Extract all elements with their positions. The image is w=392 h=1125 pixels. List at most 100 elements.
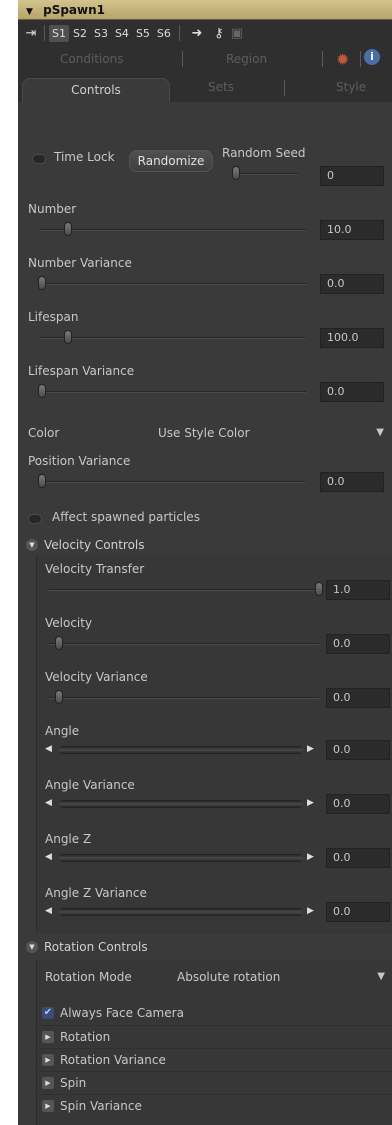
affect-spawned-checkbox[interactable] xyxy=(28,514,42,524)
angle-right-arrow-icon[interactable]: ▶ xyxy=(307,744,314,754)
rotation-controls-header[interactable]: ▼ Rotation Controls xyxy=(18,937,392,957)
checkmark-icon[interactable]: ✔ xyxy=(42,1006,54,1019)
tab-divider xyxy=(322,51,323,67)
tab-style[interactable]: Style xyxy=(336,80,366,94)
velocity-controls-header[interactable]: ▼ Velocity Controls xyxy=(18,535,392,555)
position-variance-field[interactable]: 0.0 xyxy=(320,472,384,492)
angle-field[interactable]: 0.0 xyxy=(326,740,390,760)
number-slider-track xyxy=(40,229,306,231)
save-icon[interactable]: ▣ xyxy=(228,24,246,42)
color-label: Color xyxy=(28,426,60,440)
angle-variance-field[interactable]: 0.0 xyxy=(326,794,390,814)
spin-variance-label: Spin Variance xyxy=(60,1099,142,1113)
velocity-variance-field[interactable]: 0.0 xyxy=(326,688,390,708)
lifespan-label: Lifespan xyxy=(28,310,79,324)
gear-icon[interactable]: ✹ xyxy=(336,50,349,69)
angle-variance-thumbwheel[interactable] xyxy=(59,800,303,808)
spin-row[interactable]: ▶ Spin xyxy=(36,1071,392,1093)
angle-z-variance-right-arrow-icon[interactable]: ▶ xyxy=(307,906,314,916)
spin-variance-row[interactable]: ▶ Spin Variance xyxy=(36,1094,392,1116)
velocity-field[interactable]: 0.0 xyxy=(326,634,390,654)
angle-variance-left-arrow-icon[interactable]: ◀ xyxy=(45,798,52,808)
time-lock-checkbox[interactable] xyxy=(32,154,46,164)
tool-panel: ▼ pSpawn1 ⇥ S1 S2 S3 S4 S5 S6 ➜ ⚷ ▣ Cond… xyxy=(18,0,392,1125)
lifespan-variance-field[interactable]: 0.0 xyxy=(320,382,384,402)
lifespan-variance-slider-thumb[interactable] xyxy=(38,384,46,398)
tab-region[interactable]: Region xyxy=(226,52,267,66)
angle-thumbwheel[interactable] xyxy=(59,746,303,754)
random-seed-label: Random Seed xyxy=(222,146,306,160)
random-seed-field[interactable]: 0 xyxy=(320,166,384,186)
number-slider-thumb[interactable] xyxy=(64,222,72,236)
always-face-camera-row[interactable]: ✔ Always Face Camera xyxy=(36,1002,392,1024)
angle-z-left-arrow-icon[interactable]: ◀ xyxy=(45,852,52,862)
velocity-variance-slider-thumb[interactable] xyxy=(55,690,63,704)
randomize-button[interactable]: Randomize xyxy=(129,150,213,172)
angle-z-variance-thumbwheel[interactable] xyxy=(59,908,303,916)
number-label: Number xyxy=(28,202,77,216)
dropdown-arrow-icon: ▼ xyxy=(377,971,385,982)
tab-controls[interactable]: Controls xyxy=(22,78,170,102)
angle-z-variance-label: Angle Z Variance xyxy=(45,886,147,900)
toolbar: ⇥ S1 S2 S3 S4 S5 S6 ➜ ⚷ ▣ xyxy=(18,20,392,46)
slot-s5[interactable]: S5 xyxy=(133,25,153,42)
rotation-variance-row[interactable]: ▶ Rotation Variance xyxy=(36,1048,392,1070)
number-field[interactable]: 10.0 xyxy=(320,220,384,240)
tab-divider xyxy=(182,51,183,67)
expand-triangle-icon: ▶ xyxy=(42,1099,54,1112)
velocity-transfer-field[interactable]: 1.0 xyxy=(326,580,390,600)
velocity-slider-thumb[interactable] xyxy=(55,636,63,650)
number-variance-slider-thumb[interactable] xyxy=(38,276,46,290)
key-icon[interactable]: ⚷ xyxy=(210,24,228,42)
angle-variance-label: Angle Variance xyxy=(45,778,135,792)
number-variance-field[interactable]: 0.0 xyxy=(320,274,384,294)
angle-z-variance-left-arrow-icon[interactable]: ◀ xyxy=(45,906,52,916)
slot-s4[interactable]: S4 xyxy=(112,25,132,42)
slot-s3[interactable]: S3 xyxy=(91,25,111,42)
tab-sets[interactable]: Sets xyxy=(208,80,234,94)
angle-left-arrow-icon[interactable]: ◀ xyxy=(45,744,52,754)
lifespan-slider-thumb[interactable] xyxy=(64,330,72,344)
arrow-right-icon[interactable]: ➜ xyxy=(184,24,210,42)
tab-conditions[interactable]: Conditions xyxy=(60,52,124,66)
rotation-controls-title: Rotation Controls xyxy=(44,940,148,954)
spin-label: Spin xyxy=(60,1076,87,1090)
lifespan-variance-slider-track xyxy=(40,391,306,393)
angle-z-right-arrow-icon[interactable]: ▶ xyxy=(307,852,314,862)
slot-s2[interactable]: S2 xyxy=(70,25,90,42)
velocity-controls-title: Velocity Controls xyxy=(44,538,145,552)
color-dropdown[interactable]: Use Style Color ▼ xyxy=(158,422,390,444)
pin-icon[interactable]: ⇥ xyxy=(22,24,40,42)
tool-title-bar[interactable]: ▼ pSpawn1 xyxy=(18,0,392,20)
number-variance-slider-track xyxy=(40,283,306,285)
expand-triangle-icon: ▶ xyxy=(42,1053,54,1066)
tool-title: pSpawn1 xyxy=(43,3,106,17)
position-variance-slider-thumb[interactable] xyxy=(38,474,46,488)
position-variance-slider-track xyxy=(40,481,306,483)
angle-z-label: Angle Z xyxy=(45,832,92,846)
info-icon[interactable]: i xyxy=(364,49,380,65)
angle-z-variance-field[interactable]: 0.0 xyxy=(326,902,390,922)
rotation-label: Rotation xyxy=(60,1030,111,1044)
random-seed-slider-thumb[interactable] xyxy=(232,166,240,180)
random-seed-slider-track xyxy=(236,173,298,175)
rotation-row[interactable]: ▶ Rotation xyxy=(36,1025,392,1047)
rotation-mode-label: Rotation Mode xyxy=(45,970,132,984)
rotation-mode-dropdown[interactable]: Absolute rotation ▼ xyxy=(177,966,391,988)
angle-z-field[interactable]: 0.0 xyxy=(326,848,390,868)
velocity-variance-slider-track xyxy=(49,697,319,699)
expand-triangle-icon: ▶ xyxy=(42,1030,54,1043)
velocity-slider-track xyxy=(49,643,319,645)
lifespan-field[interactable]: 100.0 xyxy=(320,328,384,348)
velocity-transfer-slider-thumb[interactable] xyxy=(315,582,323,596)
rotation-variance-label: Rotation Variance xyxy=(60,1053,166,1067)
velocity-transfer-label: Velocity Transfer xyxy=(45,562,145,576)
collapse-triangle-icon[interactable]: ▼ xyxy=(26,2,33,22)
slot-s1[interactable]: S1 xyxy=(49,24,69,42)
color-dropdown-value: Use Style Color xyxy=(158,426,250,440)
angle-variance-right-arrow-icon[interactable]: ▶ xyxy=(307,798,314,808)
angle-z-thumbwheel[interactable] xyxy=(59,854,303,862)
velocity-variance-label: Velocity Variance xyxy=(45,670,148,684)
slot-s6[interactable]: S6 xyxy=(154,25,174,42)
dropdown-arrow-icon: ▼ xyxy=(376,427,384,438)
